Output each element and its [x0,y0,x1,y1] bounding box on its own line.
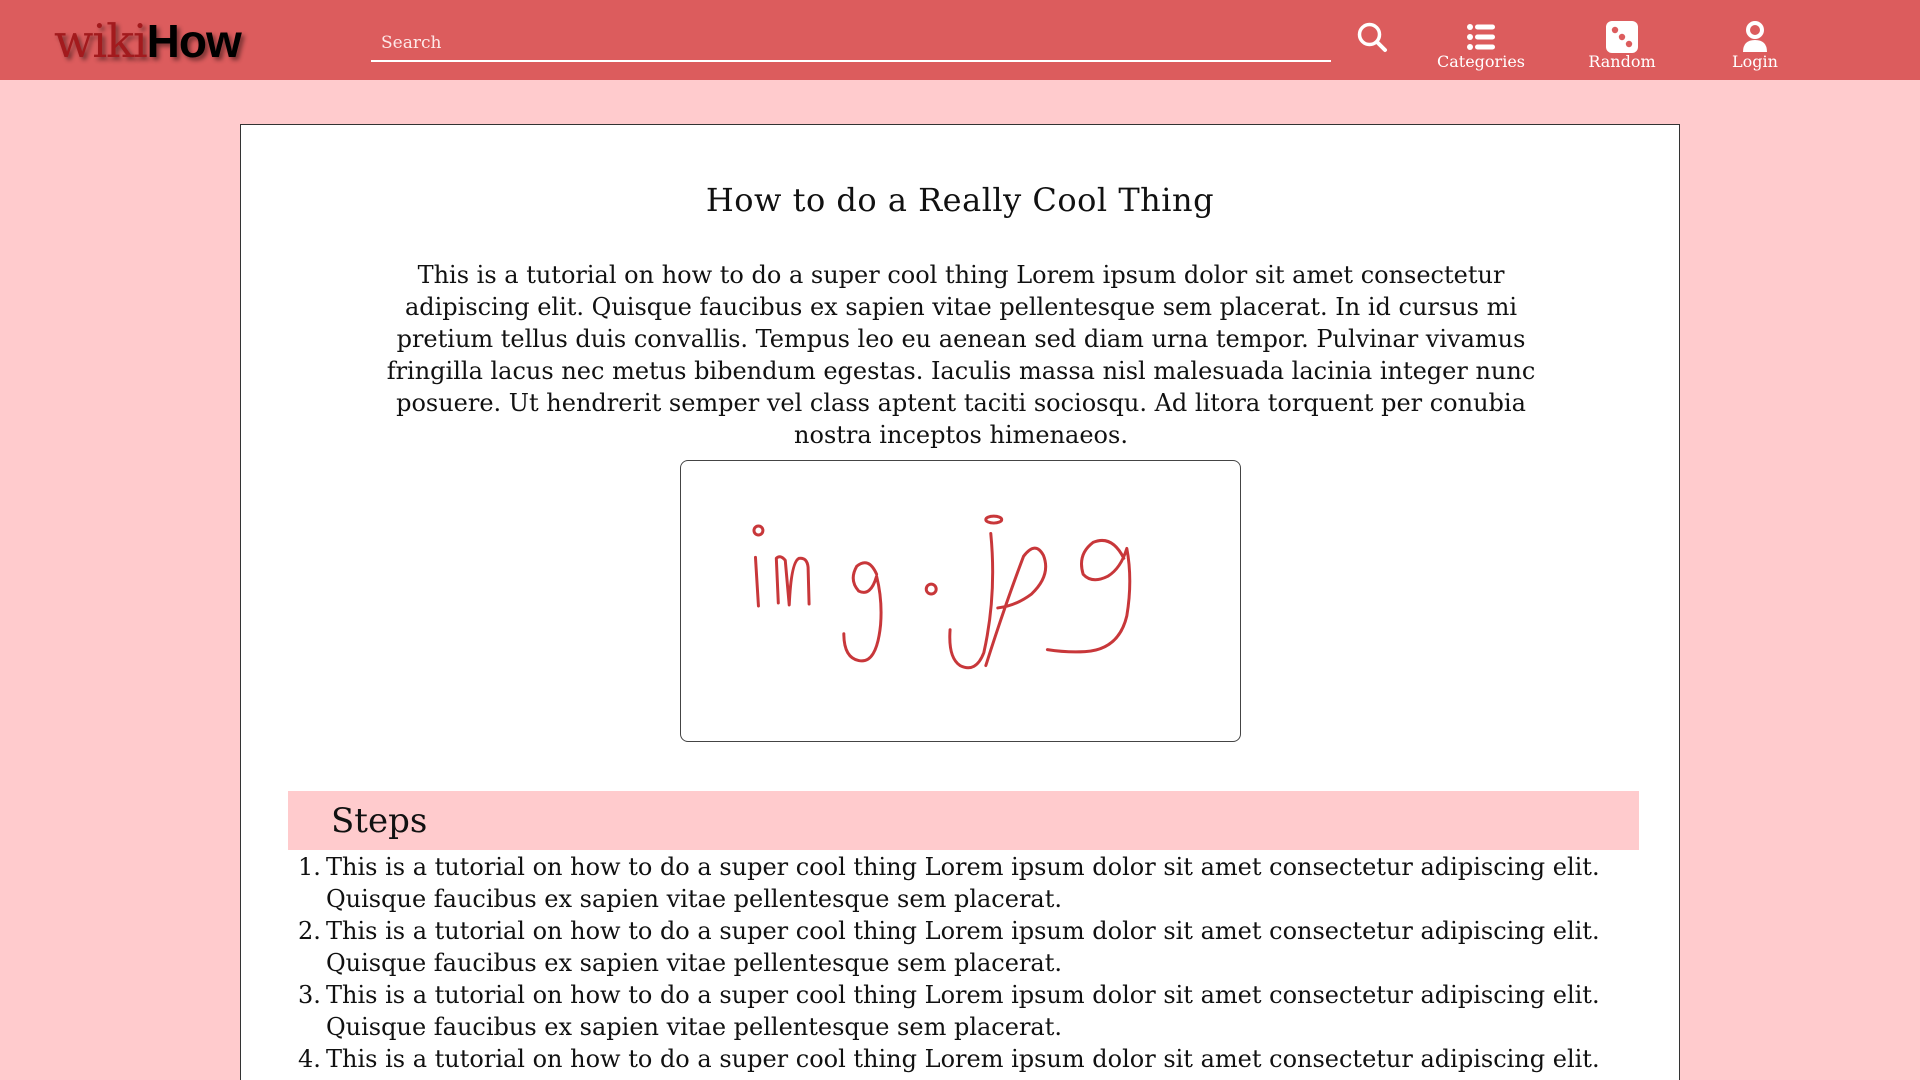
nav-categories-button[interactable]: Categories [1426,20,1536,76]
step-item: 4. This is a tutorial on how to do a sup… [288,1043,1628,1080]
article-image-placeholder [680,460,1241,742]
nav-login-button[interactable]: Login [1700,20,1810,76]
user-icon [1743,21,1767,52]
step-text: This is a tutorial on how to do a super … [326,853,1600,913]
step-number: 2. [298,917,321,945]
img-jpg-sketch [752,514,1132,670]
nav-login-label: Login [1732,52,1778,71]
logo-how-text: How [146,15,242,67]
step-text: This is a tutorial on how to do a super … [326,1045,1600,1080]
steps-list: 1. This is a tutorial on how to do a sup… [288,851,1628,1080]
steps-section-header: Steps [288,791,1639,850]
search-input[interactable] [371,26,1331,60]
article-title: How to do a Really Cool Thing [705,181,1215,219]
article-intro: This is a tutorial on how to do a super … [386,261,1536,449]
nav-random-button[interactable]: Random [1567,20,1677,76]
wikihow-logo[interactable]: wikiHow [54,14,242,68]
nav-random-label: Random [1588,52,1656,71]
step-item: 1. This is a tutorial on how to do a sup… [288,851,1628,915]
step-number: 1. [298,853,321,881]
search-icon[interactable] [1356,21,1388,53]
dice-icon [1606,21,1638,53]
step-text: This is a tutorial on how to do a super … [326,917,1600,977]
step-number: 3. [298,981,321,1009]
search-bar [371,26,1331,62]
step-number: 4. [298,1045,321,1073]
step-text: This is a tutorial on how to do a super … [326,981,1600,1041]
logo-wiki-text: wiki [54,14,148,68]
nav-categories-label: Categories [1437,52,1525,71]
top-navigation-bar: wikiHow Categories Random [0,0,1920,80]
step-item: 3. This is a tutorial on how to do a sup… [288,979,1628,1043]
list-icon [1467,24,1495,50]
step-item: 2. This is a tutorial on how to do a sup… [288,915,1628,979]
article-card: How to do a Really Cool Thing This is a … [240,124,1680,1080]
steps-heading: Steps [331,801,428,841]
